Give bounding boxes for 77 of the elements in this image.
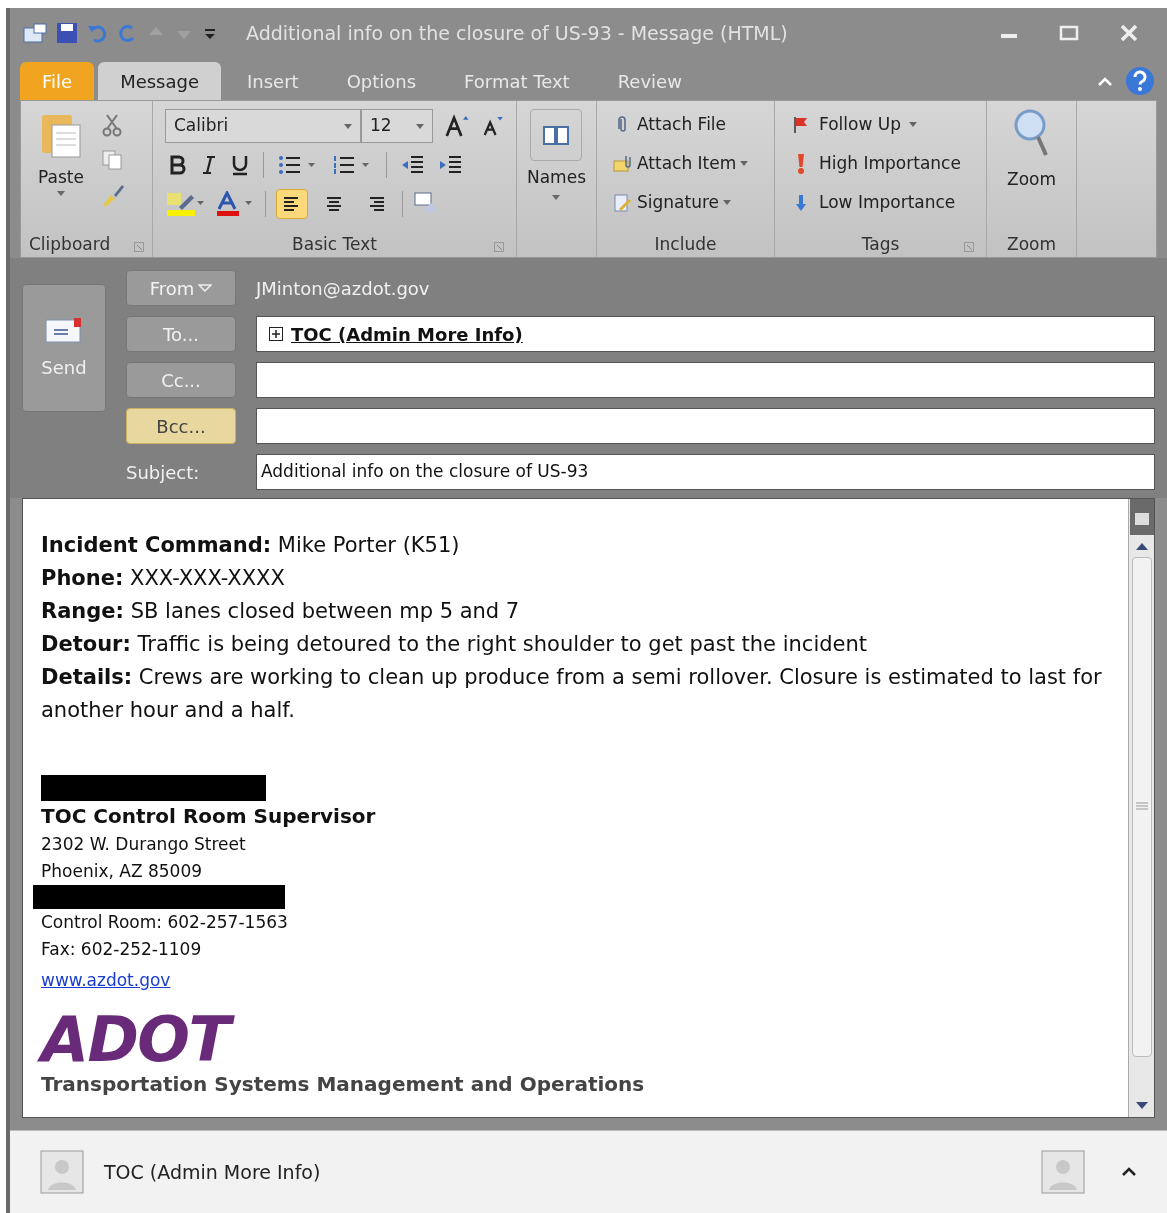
caret-icon [57, 190, 65, 196]
scrollbar-thumb[interactable] [1131, 557, 1152, 1057]
signature-title: TOC Control Room Supervisor [41, 803, 377, 830]
ruler-icon[interactable] [1129, 499, 1154, 535]
message-line: Range: SB lanes closed between mp 5 and 7 [41, 598, 521, 625]
caret-icon [198, 284, 213, 292]
underline-icon[interactable] [231, 154, 249, 176]
paste-button[interactable]: Paste [29, 109, 93, 236]
ribbon-tab[interactable]: Message [98, 62, 221, 100]
align-center-icon [324, 194, 344, 214]
grow-font-icon[interactable] [445, 113, 471, 139]
caret-icon [723, 200, 731, 205]
exclamation-icon [797, 153, 805, 174]
decrease-indent-icon[interactable] [401, 155, 425, 175]
recipient-field[interactable]: TOC (Admin More Info) [256, 316, 1155, 352]
message-line: Detour: Traffic is being detoured to the right shoulder to get past the incident [41, 631, 869, 658]
address-line: 2302 W. Durango Street [41, 833, 247, 856]
highlight-icon[interactable] [165, 191, 205, 217]
envelope-icon [613, 153, 633, 174]
signature-icon [613, 192, 633, 213]
ribbon-button[interactable]: Follow Up [791, 109, 986, 140]
recipient-button[interactable]: Bcc... [126, 408, 236, 444]
group-label: Tags [861, 236, 900, 256]
font-color-icon[interactable] [215, 191, 255, 217]
group-label: Include [653, 236, 718, 256]
collapse-ribbon-icon[interactable] [1097, 76, 1113, 88]
bold-icon[interactable] [169, 155, 187, 175]
website-link[interactable]: www.azdot.gov [41, 970, 171, 990]
caret-icon [740, 161, 749, 166]
maximize-icon[interactable] [1059, 25, 1079, 41]
expand-pane-icon[interactable] [1121, 1166, 1137, 1178]
subject-field[interactable]: Additional info on the closure of US-93 [256, 454, 1155, 490]
contact-line: Control Room: 602-257-1563 [41, 911, 289, 934]
help-icon[interactable] [1125, 66, 1155, 96]
from-address: JMinton@azdot.gov [256, 276, 430, 301]
message-line: Phone: XXX-XXX-XXXX [41, 565, 286, 592]
group-label: Basic Text [292, 236, 377, 256]
address-line: Phoenix, AZ 85009 [41, 860, 203, 883]
recipient-name[interactable]: TOC (Admin More Info) [291, 320, 523, 348]
caret-icon [552, 194, 561, 200]
close-icon[interactable] [1119, 24, 1139, 42]
recipient-field[interactable] [256, 362, 1155, 398]
contact-avatar-icon [1041, 1150, 1085, 1194]
scissors-icon[interactable] [101, 113, 123, 137]
contact-name[interactable]: TOC (Admin More Info) [104, 1157, 321, 1187]
message-line: Details: Crews are working to clean up produce from a semi rollover. Closure is estimated to last for another hour and a half. [41, 664, 1103, 724]
align-left-button[interactable] [276, 189, 308, 219]
expand-icon[interactable] [269, 327, 283, 341]
brush-icon[interactable] [101, 183, 125, 207]
outlook-icon [22, 22, 48, 44]
recipient-field[interactable] [256, 408, 1155, 444]
logo-tagline: Transportation Systems Management and Operations [41, 1071, 646, 1098]
shrink-font-icon[interactable] [482, 114, 504, 138]
subject-label: Subject: [126, 460, 201, 485]
contact-avatar-icon [40, 1150, 84, 1194]
caret-icon [344, 123, 352, 129]
window-title: Additional info on the closure of US-93 - Message (HTML) [246, 20, 788, 46]
message-line: Incident Command: Mike Porter (K51) [41, 532, 461, 559]
caret-icon [416, 123, 424, 129]
zoom-button[interactable]: Zoom [1007, 109, 1056, 193]
font-size-field[interactable]: 12 [361, 109, 433, 143]
bullets-icon[interactable] [278, 155, 318, 175]
font-name-field[interactable]: Calibri [165, 109, 361, 143]
italic-icon[interactable] [201, 155, 217, 175]
caret-icon [908, 122, 917, 127]
numbering-icon[interactable] [332, 155, 372, 175]
contact-line: Fax: 602-252-1109 [41, 938, 203, 961]
increase-indent-icon[interactable] [439, 155, 463, 175]
group-label: Zoom [1006, 236, 1057, 256]
book-icon [542, 124, 571, 146]
save-icon[interactable] [56, 22, 78, 44]
ribbon-button[interactable]: Attach File [613, 109, 774, 140]
ribbon-button[interactable]: Attach Item [613, 148, 774, 179]
ribbon-button[interactable]: Low Importance [791, 187, 986, 218]
ribbon-button[interactable]: Signature [613, 187, 774, 218]
group-label: Clipboard [29, 236, 111, 256]
ribbon-button[interactable]: High Importance [791, 148, 986, 179]
